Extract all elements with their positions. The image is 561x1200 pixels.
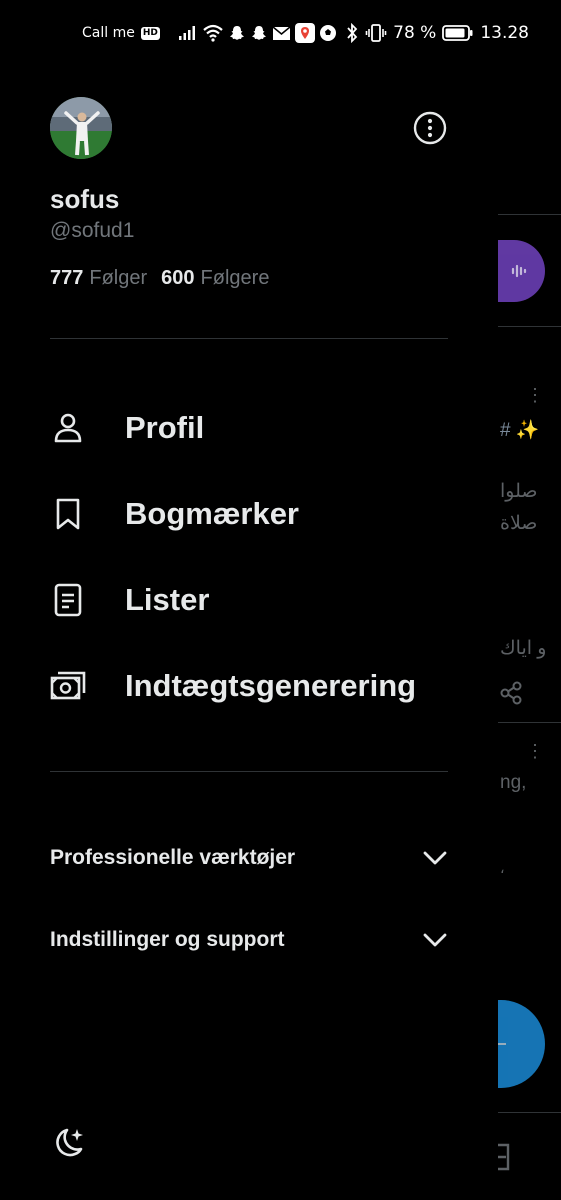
divider [50, 771, 448, 772]
menu-item-monetization[interactable]: Indtægtsgenerering [50, 656, 470, 716]
compose-fab[interactable] [498, 1000, 545, 1088]
messages-icon[interactable] [498, 1142, 514, 1172]
menu-item-label: Lister [125, 582, 210, 617]
following-label: Følger [89, 267, 148, 289]
feed-text-fragment: صلوا [500, 481, 538, 502]
divider [50, 338, 448, 339]
feed-text-fragment: ، [500, 860, 505, 876]
feed-divider [498, 214, 561, 215]
battery-icon [442, 25, 473, 41]
bluetooth-icon [347, 23, 358, 43]
section-settings-support[interactable]: Indstillinger og support [50, 920, 448, 960]
chevron-down-icon [423, 933, 447, 947]
menu-item-lists[interactable]: Lister [50, 570, 470, 630]
clock: 13.28 [480, 23, 529, 43]
battery-percent: 78 % [393, 23, 437, 43]
following-count: 777 [50, 267, 84, 289]
list-icon [50, 582, 86, 618]
menu-item-label: Indtægtsgenerering [125, 668, 417, 703]
menu-item-profile[interactable]: Profil [50, 398, 470, 458]
feed-divider [498, 1112, 561, 1113]
signal-icon [178, 26, 195, 40]
user-handle[interactable]: @sofud1 [50, 219, 134, 243]
more-options-icon[interactable] [412, 110, 448, 146]
maps-icon [294, 23, 315, 43]
menu-item-bookmarks[interactable]: Bogmærker [50, 484, 470, 544]
mail-icon [272, 25, 291, 40]
menu-item-label: Bogmærker [125, 496, 299, 531]
feed-text-fragment: و اياك [500, 638, 547, 659]
snapchat-icon [251, 26, 266, 40]
feed-text-fragment: # ✨ [500, 420, 540, 441]
follow-stats: 777 Følger 600 Følgere [50, 267, 269, 290]
section-label: Professionelle værktøjer [50, 846, 296, 869]
vibrate-icon [365, 24, 387, 42]
person-icon [50, 410, 86, 446]
plus-icon [498, 1043, 506, 1045]
navigation-drawer: sofus @sofud1 777 Følger 600 Følgere Profi… [0, 62, 498, 1200]
section-professional-tools[interactable]: Professionelle værktøjer [50, 838, 448, 878]
football-icon [319, 25, 336, 41]
wifi-icon [203, 24, 223, 42]
feed-divider [498, 326, 561, 327]
bookmark-icon [50, 496, 86, 532]
share-icon[interactable] [498, 680, 524, 706]
avatar-image [50, 97, 112, 159]
more-dots-icon[interactable]: ⋮ [526, 742, 544, 760]
background-feed[interactable]: ⋮ # ✨ صلوا صلاة و اياك ⋮ ng, ، [498, 62, 561, 1200]
section-label: Indstillinger og support [50, 928, 285, 951]
following-link[interactable]: 777 Følger [50, 267, 147, 290]
spaces-button[interactable] [498, 240, 545, 302]
carrier-label: Call me [82, 25, 135, 41]
hd-badge: HD [140, 26, 160, 40]
menu-item-label: Profil [125, 410, 205, 445]
money-icon [50, 668, 86, 704]
feed-divider [498, 722, 561, 723]
feed-text-fragment: صلاة [500, 513, 538, 534]
avatar[interactable] [50, 97, 112, 159]
status-bar: Call me HD 78 % 13.28 [0, 0, 561, 62]
followers-count: 600 [161, 267, 195, 289]
chevron-down-icon [423, 851, 447, 865]
dark-mode-icon[interactable] [50, 1125, 86, 1161]
followers-link[interactable]: 600 Følgere [161, 267, 269, 290]
followers-label: Følgere [200, 267, 270, 289]
audio-wave-icon [511, 264, 527, 278]
display-name[interactable]: sofus [50, 184, 119, 215]
feed-text-fragment: ng, [500, 772, 527, 793]
snapchat-icon [229, 26, 244, 40]
more-dots-icon[interactable]: ⋮ [526, 386, 544, 404]
